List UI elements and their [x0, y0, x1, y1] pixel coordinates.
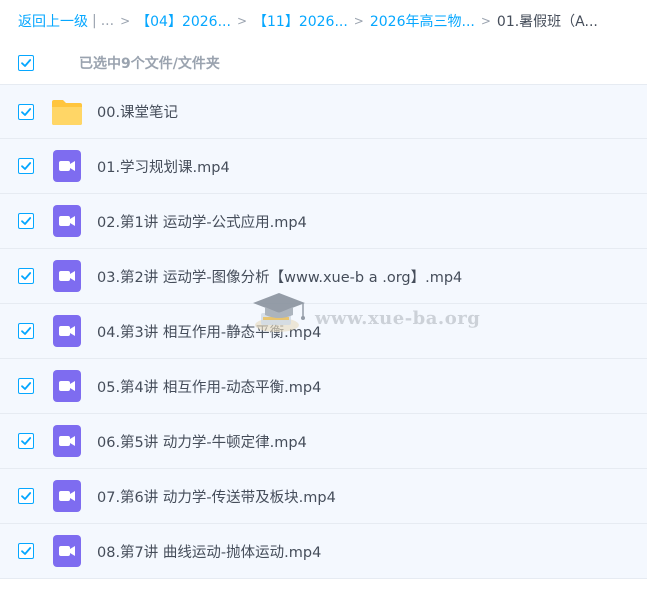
chevron-right-icon: >: [120, 14, 131, 28]
check-icon: [21, 162, 32, 170]
select-all-checkbox[interactable]: [18, 55, 34, 71]
video-icon: [50, 424, 84, 458]
breadcrumb-ellipsis[interactable]: ...: [101, 13, 114, 29]
video-icon: [50, 369, 84, 403]
selection-count: 已选中9个文件/文件夹: [79, 56, 220, 72]
check-icon: [21, 382, 32, 390]
breadcrumb-item[interactable]: 【11】2026...: [253, 11, 348, 31]
list-item[interactable]: 05.第4讲 相互作用-动态平衡.mp4: [0, 359, 647, 414]
check-icon: [21, 547, 32, 555]
file-name[interactable]: 04.第3讲 相互作用-静态平衡.mp4: [97, 321, 321, 342]
selection-bar: 已选中9个文件/文件夹: [0, 42, 647, 84]
list-item[interactable]: 06.第5讲 动力学-牛顿定律.mp4: [0, 414, 647, 469]
item-checkbox[interactable]: [18, 323, 34, 339]
file-name[interactable]: 02.第1讲 运动学-公式应用.mp4: [97, 211, 307, 232]
item-checkbox[interactable]: [18, 158, 34, 174]
item-checkbox[interactable]: [18, 433, 34, 449]
file-name[interactable]: 05.第4讲 相互作用-动态平衡.mp4: [97, 376, 321, 397]
breadcrumb-item[interactable]: 2026年高三物...: [370, 11, 475, 31]
file-name[interactable]: 03.第2讲 运动学-图像分析【www.xue-b a .org】.mp4: [97, 266, 462, 287]
list-item[interactable]: 01.学习规划课.mp4: [0, 139, 647, 194]
chevron-right-icon: >: [236, 14, 247, 28]
check-icon: [21, 217, 32, 225]
folder-icon: [50, 95, 84, 129]
file-name[interactable]: 07.第6讲 动力学-传送带及板块.mp4: [97, 486, 336, 507]
breadcrumb-divider: |: [92, 13, 97, 29]
check-icon: [21, 59, 32, 67]
list-item[interactable]: 02.第1讲 运动学-公式应用.mp4: [0, 194, 647, 249]
list-item[interactable]: 08.第7讲 曲线运动-抛体运动.mp4: [0, 524, 647, 579]
list-item[interactable]: 03.第2讲 运动学-图像分析【www.xue-b a .org】.mp4: [0, 249, 647, 304]
back-link[interactable]: 返回上一级: [18, 11, 88, 31]
item-checkbox[interactable]: [18, 103, 34, 120]
video-icon: [50, 259, 84, 293]
check-icon: [21, 437, 32, 445]
check-icon: [21, 327, 32, 335]
check-icon: [21, 272, 32, 280]
file-name[interactable]: 00.课堂笔记: [97, 101, 178, 122]
check-icon: [21, 492, 32, 500]
item-checkbox[interactable]: [18, 213, 34, 229]
list-item[interactable]: 07.第6讲 动力学-传送带及板块.mp4: [0, 469, 647, 524]
item-checkbox[interactable]: [18, 378, 34, 394]
video-icon: [50, 534, 84, 568]
breadcrumb-item[interactable]: 【04】2026...: [136, 11, 231, 31]
check-icon: [21, 107, 32, 116]
chevron-right-icon: >: [480, 14, 491, 28]
file-list: 00.课堂笔记 01.学习规划课.mp4 02.第1讲 运动学-公式应用.mp4: [0, 84, 647, 579]
file-name[interactable]: 06.第5讲 动力学-牛顿定律.mp4: [97, 431, 307, 452]
video-icon: [50, 204, 84, 238]
file-name[interactable]: 01.学习规划课.mp4: [97, 156, 230, 177]
breadcrumb: 返回上一级 | ... > 【04】2026... > 【11】2026... …: [0, 0, 647, 42]
breadcrumb-current: 01.暑假班（A...: [496, 14, 598, 30]
item-checkbox[interactable]: [18, 488, 34, 504]
video-icon: [50, 314, 84, 348]
item-checkbox[interactable]: [18, 543, 34, 559]
file-name[interactable]: 08.第7讲 曲线运动-抛体运动.mp4: [97, 541, 321, 562]
video-icon: [50, 479, 84, 513]
chevron-right-icon: >: [353, 14, 364, 28]
list-item[interactable]: 00.课堂笔记: [0, 84, 647, 139]
list-item[interactable]: 04.第3讲 相互作用-静态平衡.mp4: [0, 304, 647, 359]
video-icon: [50, 149, 84, 183]
item-checkbox[interactable]: [18, 268, 34, 284]
